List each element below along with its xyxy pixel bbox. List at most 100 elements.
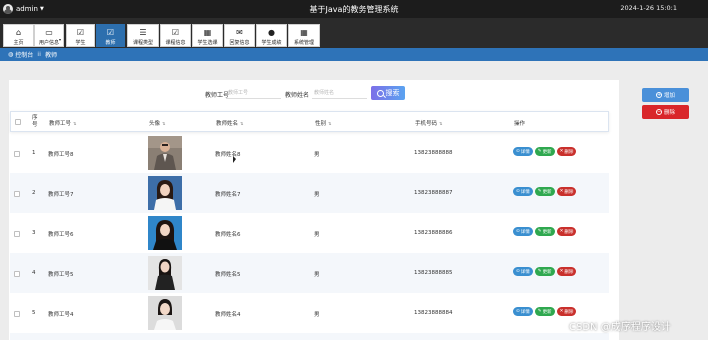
row-checkbox[interactable] — [14, 191, 20, 197]
table-row: 3 教师工号6 教师姓名6 男 13823888886 ⊙ 详情 ✎ 更新 ✕ 删除 — [10, 213, 609, 253]
remove-button[interactable]: ✕ 删除 — [556, 307, 577, 316]
row-phone: 13823888885 — [414, 270, 453, 276]
edit-icon: ✎ — [537, 269, 542, 274]
header-label: 教师姓名 — [216, 121, 239, 127]
add-button-label: 增加 — [663, 93, 675, 99]
row-checkbox[interactable] — [14, 151, 20, 157]
table-header: 序号 教师工号 ⇅ 头像 ⇅ 教师姓名 ⇅ 性别 ⇅ 手机号码 ⇅ 操作 — [10, 111, 609, 132]
view-button[interactable]: ⊙ 详情 — [513, 307, 533, 316]
view-label: 详情 — [520, 149, 530, 155]
view-button[interactable]: ⊙ 详情 — [513, 227, 533, 236]
view-label: 详情 — [520, 309, 530, 315]
remove-label: 删除 — [564, 149, 574, 155]
header-label: 教师工号 — [49, 121, 72, 127]
view-button[interactable]: ⊙ 详情 — [513, 187, 533, 196]
plus-icon: + — [655, 92, 662, 98]
remove-button[interactable]: ✕ 删除 — [556, 147, 577, 156]
search-icon: ⊙ — [516, 229, 520, 234]
row-actions: ⊙ 详情 ✎ 更新 ✕ 删除 — [513, 307, 577, 316]
sort-icon: ⇅ — [73, 121, 77, 126]
add-button[interactable]: + 增加 — [642, 88, 689, 102]
row-teacher-name: 教师姓名4 — [215, 312, 241, 318]
delete-button-label: 删除 — [663, 110, 675, 116]
nav-label: 学生 — [75, 40, 86, 46]
search-icon: ⊙ — [516, 309, 520, 314]
dashboard-icon: ◍ — [8, 51, 14, 58]
teacher-photo — [148, 296, 182, 330]
edit-label: 更新 — [542, 229, 552, 235]
header-gender[interactable]: 性别 ⇅ — [315, 119, 331, 127]
nav-label: 学生成绩 — [261, 40, 282, 46]
header-phone[interactable]: 手机号码 ⇅ — [415, 119, 442, 127]
row-checkbox[interactable] — [14, 311, 20, 317]
remove-button[interactable]: ✕ 删除 — [556, 267, 577, 276]
nav-item-user-info[interactable]: ▭ 用户信息 ▾ — [34, 24, 64, 47]
remove-button[interactable]: ✕ 删除 — [556, 227, 577, 236]
row-phone: 13823888884 — [414, 310, 453, 316]
remove-button[interactable]: ✕ 删除 — [556, 187, 577, 196]
header-photo[interactable]: 头像 ⇅ — [149, 119, 165, 127]
row-index: 1 — [32, 150, 36, 156]
delete-button[interactable]: − 删除 — [642, 105, 689, 119]
nav-item-course-selection[interactable]: ▦ 学生选课 — [192, 24, 223, 47]
grid-icon: ▦ — [203, 28, 212, 37]
row-checkbox[interactable] — [14, 231, 20, 237]
search-button[interactable]: 搜索 — [371, 86, 405, 100]
header-teacher-id[interactable]: 教师工号 ⇅ — [49, 119, 76, 127]
select-all-checkbox[interactable] — [15, 119, 21, 125]
view-button[interactable]: ⊙ 详情 — [513, 267, 533, 276]
home-icon: ⌂ — [15, 28, 22, 37]
row-checkbox[interactable] — [14, 271, 20, 277]
nav-label: 用户信息 — [38, 40, 59, 46]
search-icon: ⊙ — [516, 149, 520, 154]
header-index: 序号 — [32, 115, 38, 128]
breadcrumb-home[interactable]: 控制台 — [15, 50, 33, 59]
row-teacher-name: 教师姓名8 — [215, 152, 241, 158]
nav-item-students[interactable]: ☑ 学生 — [66, 24, 95, 47]
row-phone: 13823888888 — [414, 150, 453, 156]
teacher-name-input[interactable] — [312, 88, 367, 99]
close-icon: ✕ — [559, 229, 564, 234]
edit-button[interactable]: ✎ 更新 — [534, 147, 555, 156]
nav-item-grades[interactable]: ● 学生成绩 — [256, 24, 287, 47]
row-teacher-id: 教师工号8 — [48, 152, 74, 158]
nav-item-system[interactable]: ▦ 系统管理 — [288, 24, 320, 47]
row-teacher-id: 教师工号6 — [48, 232, 74, 238]
header-label: 手机号码 — [415, 121, 438, 127]
row-gender: 男 — [314, 232, 320, 238]
breadcrumb-current: 教师 — [45, 52, 58, 59]
row-phone: 13823888887 — [414, 190, 453, 196]
row-index: 5 — [32, 310, 36, 316]
teacher-photo — [148, 176, 182, 210]
nav-label: 回复信息 — [229, 40, 250, 46]
sort-icon: ⇅ — [439, 121, 443, 126]
close-icon: ✕ — [559, 309, 564, 314]
row-gender: 男 — [314, 312, 320, 318]
edit-icon: ✎ — [537, 149, 542, 154]
edit-label: 更新 — [542, 309, 552, 315]
teacher-id-input[interactable] — [226, 88, 281, 99]
nav-label: 课程信息 — [165, 40, 186, 46]
search-icon: ⊙ — [516, 189, 520, 194]
nav-item-replies[interactable]: ✉ 回复信息 — [224, 24, 255, 47]
nav-item-course-info[interactable]: ☑ 课程信息 — [160, 24, 191, 47]
edit-label: 更新 — [542, 149, 552, 155]
nav-item-teachers[interactable]: ☑ 教师 — [96, 24, 125, 47]
grid-icon: ▦ — [300, 28, 308, 37]
header-teacher-name[interactable]: 教师姓名 ⇅ — [216, 119, 243, 127]
search-icon: ⊙ — [516, 269, 520, 274]
remove-label: 删除 — [564, 269, 574, 275]
edit-button[interactable]: ✎ 更新 — [534, 307, 555, 316]
edit-button[interactable]: ✎ 更新 — [534, 267, 555, 276]
remove-label: 删除 — [564, 229, 574, 235]
row-teacher-name: 教师姓名5 — [215, 272, 241, 278]
nav-item-course-types[interactable]: ☰ 课程类型 — [127, 24, 159, 47]
row-actions: ⊙ 详情 ✎ 更新 ✕ 删除 — [513, 147, 577, 156]
nav-label: 教师 — [105, 40, 116, 46]
edit-button[interactable]: ✎ 更新 — [534, 227, 555, 236]
nav-label: 学生选课 — [197, 40, 218, 46]
row-index: 2 — [32, 190, 36, 196]
nav-item-home[interactable]: ⌂ 主页 — [3, 24, 34, 47]
edit-button[interactable]: ✎ 更新 — [534, 187, 555, 196]
view-button[interactable]: ⊙ 详情 — [513, 147, 533, 156]
